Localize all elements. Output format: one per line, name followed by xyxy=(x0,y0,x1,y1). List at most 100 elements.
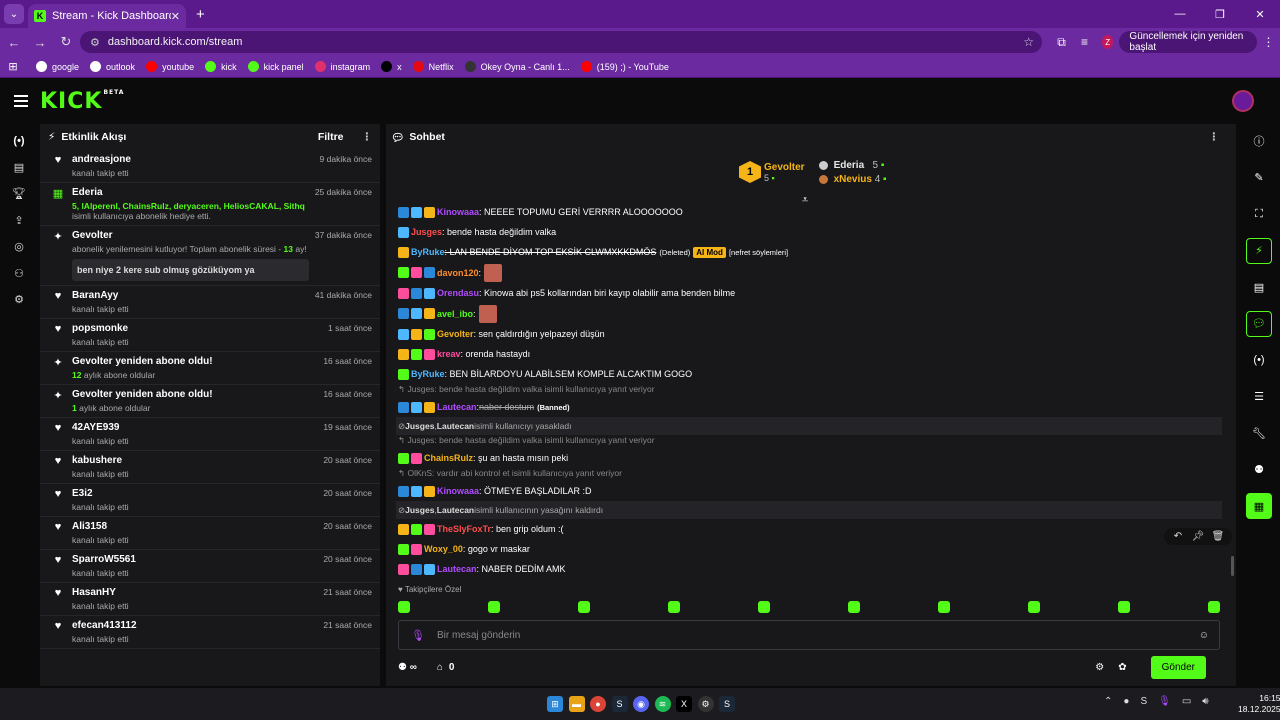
chat-message[interactable]: avel_ibo: xyxy=(396,303,1224,324)
activity-item[interactable]: ♥ andreasjone kanalı takip etti 9 dakika ön… xyxy=(40,150,380,183)
chat-username[interactable]: Lautecan xyxy=(437,564,477,574)
minimize-icon[interactable]: — xyxy=(1160,8,1200,20)
filter-button[interactable]: Filtre xyxy=(318,131,344,143)
x-app-icon[interactable]: X xyxy=(676,696,692,712)
reply-icon[interactable]: ↶ xyxy=(1168,531,1188,542)
chat-username[interactable]: ByRuke xyxy=(411,369,445,379)
emote-icon[interactable] xyxy=(488,601,500,613)
emote-icon[interactable] xyxy=(578,601,590,613)
stream-icon[interactable]: (•) xyxy=(0,128,38,155)
leader-third-name[interactable]: xNevius xyxy=(834,174,872,185)
emote-icon[interactable] xyxy=(1118,601,1130,613)
community-icon[interactable]: ◎ xyxy=(0,234,38,261)
restore-icon[interactable]: ❐ xyxy=(1200,8,1240,21)
activity-item[interactable]: ♥ SparroW5561 kanalı takip etti 20 saat önc… xyxy=(40,550,380,583)
steam-icon[interactable]: S xyxy=(611,696,628,712)
new-tab-button[interactable]: + xyxy=(196,6,205,23)
chat-username[interactable]: Kinowaaa xyxy=(437,486,479,496)
bookmark-item[interactable]: kick panel xyxy=(247,61,304,72)
chat-message[interactable]: Kinowaaa: NEEEE TOPUMU GERİ VERRRR ALOOO… xyxy=(396,202,1224,222)
chat-message[interactable]: Lautecan: NABER DEDİM AMK xyxy=(396,559,1224,579)
chat-username[interactable]: kreav xyxy=(437,349,461,359)
chat-username[interactable]: avel_ibo xyxy=(437,309,473,319)
chat-message[interactable]: davon120: xyxy=(396,262,1224,283)
activity-item[interactable]: ♥ efecan413112 kanalı takip etti 21 saat ön… xyxy=(40,616,380,649)
emote-icon[interactable] xyxy=(668,601,680,613)
activity-toggle-icon[interactable]: ⚡︎ xyxy=(1246,237,1272,264)
activity-item[interactable]: ♥ popsmonke kanalı takip etti 1 saat önce xyxy=(40,319,380,352)
mod-view-icon[interactable]: ▦ xyxy=(1246,493,1272,519)
upload-icon[interactable]: ⇪ xyxy=(0,208,38,235)
emote-icon[interactable] xyxy=(848,601,860,613)
chat-message[interactable]: TheSlyFoxTr: ben grip oldum :( xyxy=(396,519,1224,539)
kick-logo[interactable]: KICKBETA xyxy=(40,89,124,114)
activity-item[interactable]: ✦ Gevolter abonelik yenilemesini kutluyor!… xyxy=(40,226,380,286)
forward-icon[interactable]: → xyxy=(28,35,52,50)
close-tab-icon[interactable]: ✕ xyxy=(171,10,180,23)
reload-icon[interactable]: ↻ xyxy=(54,34,78,50)
activity-item[interactable]: ✦ Gevolter yeniden abone oldu! 12 aylık ab… xyxy=(40,352,380,385)
chat-message[interactable]: Lautecan: naber dostum (Banned) xyxy=(396,397,1224,417)
chat-message[interactable]: kreav: orenda hastaydı xyxy=(396,344,1224,364)
screen-capture-icon[interactable]: ⛶ xyxy=(1246,201,1272,227)
system-clock[interactable]: 16:15 18.12.2025 xyxy=(1238,693,1280,715)
info-icon[interactable]: ⓘ xyxy=(1246,128,1272,154)
bookmark-item[interactable]: kick xyxy=(205,61,237,72)
leader-second-name[interactable]: Ederia xyxy=(834,160,865,171)
spotify-icon[interactable]: ≋ xyxy=(654,696,671,712)
menu-icon[interactable] xyxy=(14,92,28,110)
chat-username[interactable]: Lautecan xyxy=(437,402,477,412)
send-button[interactable]: Gönder xyxy=(1150,655,1206,679)
chat-username[interactable]: Gevolter xyxy=(437,329,474,339)
bookmark-item[interactable]: youtube xyxy=(146,61,194,72)
chat-input[interactable]: 🎙︎ Bir mesaj gönderin ☺ xyxy=(398,620,1220,650)
volume-icon[interactable]: 🔊︎ xyxy=(1202,696,1208,707)
media-icon[interactable]: ≡ xyxy=(1073,35,1096,49)
activity-item[interactable]: ♥ HasanHY kanalı takip etti 21 saat önce xyxy=(40,583,380,616)
profile-avatar[interactable]: Z xyxy=(1101,35,1114,49)
chat-username[interactable]: ChainsRulz xyxy=(424,453,473,463)
chat-options-icon[interactable]: ⋮ xyxy=(1209,131,1220,143)
update-button[interactable]: Güncellemek için yeniden başlat xyxy=(1119,31,1258,53)
more-options-icon[interactable]: ⋮ xyxy=(362,131,373,143)
queue-icon[interactable]: ☰ xyxy=(1246,384,1272,410)
tray-steam-icon[interactable]: S xyxy=(1140,696,1147,707)
chat-username[interactable]: Kinowaaa xyxy=(437,207,479,217)
emoji-icon[interactable]: ☺ xyxy=(1199,630,1209,641)
emote-icon[interactable] xyxy=(1028,601,1040,613)
steam-alt-icon[interactable]: S xyxy=(719,696,735,712)
browser-tab[interactable]: K Stream - Kick Dashboard ✕ xyxy=(28,4,186,28)
chat-settings-icon[interactable]: ⚙ xyxy=(1095,662,1104,673)
tray-app-icon[interactable]: ● xyxy=(1123,696,1129,707)
chat-message[interactable]: Gevolter: sen çaldırdığın yelpazeyi düşü… xyxy=(396,324,1224,344)
site-info-icon[interactable]: ⚙ xyxy=(90,36,100,49)
chat-username[interactable]: Orendasu xyxy=(437,288,479,298)
chat-username[interactable]: Jusges xyxy=(411,227,442,237)
delete-icon[interactable]: 🗑︎ xyxy=(1208,531,1228,542)
points-infinity-icon[interactable]: ⚉ ∞ xyxy=(398,662,417,673)
discord-icon[interactable]: ◉ xyxy=(633,696,649,712)
users-icon[interactable]: ⚇ xyxy=(0,261,38,288)
leader-first-name[interactable]: Gevolter xyxy=(764,162,805,173)
bookmark-item[interactable]: google xyxy=(36,61,79,72)
bookmark-item[interactable]: outlook xyxy=(90,61,135,72)
chat-message[interactable]: Woxy_00: gogo vr maskar xyxy=(396,539,1224,559)
emote-icon[interactable] xyxy=(1208,601,1220,613)
chat-toggle-icon[interactable]: 💬︎ xyxy=(1246,310,1272,337)
chat-username[interactable]: TheSlyFoxTr xyxy=(437,524,491,534)
activity-item[interactable]: ✦ Gevolter yeniden abone oldu! 1 aylık abo… xyxy=(40,385,380,418)
emote-icon[interactable] xyxy=(398,601,410,613)
store-icon[interactable]: ⌂ xyxy=(437,662,443,673)
bookmark-item[interactable]: x xyxy=(381,61,402,72)
chat-message[interactable]: Orendasu: Kinowa abi ps5 kollarından bir… xyxy=(396,283,1224,303)
url-bar[interactable]: ⚙ dashboard.kick.com/stream ☆ xyxy=(80,31,1042,53)
apps-grid-icon[interactable]: ⊞ xyxy=(0,60,26,73)
trophy-icon[interactable]: 🏆︎ xyxy=(0,181,38,208)
edit-icon[interactable]: ✎ xyxy=(1246,165,1272,191)
chat-username[interactable]: ByRuke xyxy=(411,247,445,257)
bookmark-item[interactable]: instagram xyxy=(314,61,370,72)
tools-icon[interactable]: 🔧︎ xyxy=(1246,420,1272,446)
notes-icon[interactable]: ▤ xyxy=(1246,274,1272,300)
bookmark-item[interactable]: (159) ;) - YouTube xyxy=(580,61,669,72)
close-window-icon[interactable]: ✕ xyxy=(1240,8,1280,21)
